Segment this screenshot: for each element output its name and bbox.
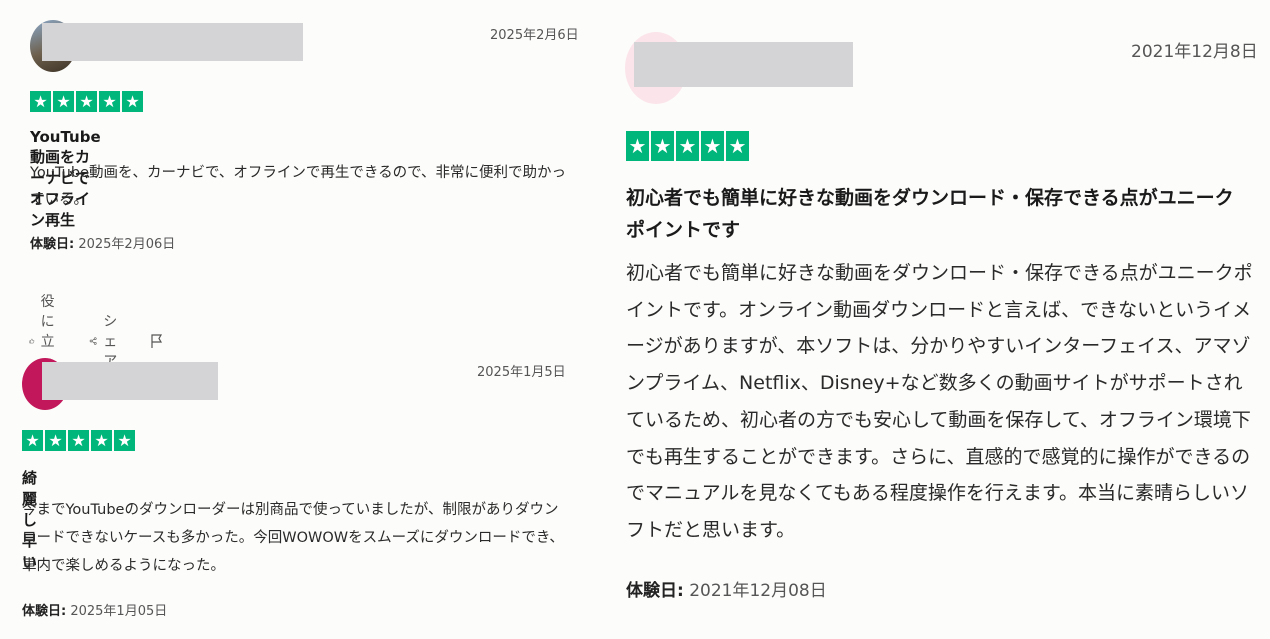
flag-icon [151,334,163,348]
review-body: 初心者でも簡単に好きな動画をダウンロード・保存できる点がユニークポイントです。オ… [626,262,1253,541]
review-date: 2021年12月8日 [1131,42,1258,62]
star-icon: ★ [676,131,699,161]
star-icon: ★ [701,131,724,161]
review-date: 2025年1月5日 [477,365,566,380]
experience-label: 体験日: [22,604,67,619]
experience-date: 体験日: 2025年2月06日 [30,233,175,252]
experience-value: 2025年1月05日 [70,604,168,619]
star-icon: ★ [91,430,112,451]
report-button[interactable] [149,333,171,349]
star-rating: ★ ★ ★ ★ ★ [30,91,143,112]
star-icon: ★ [45,430,66,451]
review-body: YouTube動画を、カーナビで、オフラインで再生できるので、非常に便利で助かっ… [30,165,567,208]
review-title[interactable]: 初心者でも簡単に好きな動画をダウンロード・保存できる点がユニークポイントです [626,182,1252,246]
star-icon: ★ [30,91,51,112]
experience-value: 2021年12月08日 [689,581,827,601]
star-icon: ★ [114,430,135,451]
star-icon: ★ [122,91,143,112]
thumbs-up-icon [29,338,35,344]
star-icon: ★ [22,430,43,451]
star-icon: ★ [76,91,97,112]
star-icon: ★ [68,430,89,451]
experience-label: 体験日: [30,237,75,252]
review-body: 今までYouTubeのダウンローダーは別商品で使っていましたが、制限がありダウン… [22,502,564,574]
star-icon: ★ [726,131,749,161]
experience-value: 2025年2月06日 [78,237,176,252]
star-rating: ★ ★ ★ ★ ★ [22,430,135,451]
reviewer-name-redaction [42,362,218,400]
reviewer-name-redaction [42,23,303,61]
star-icon: ★ [651,131,674,161]
experience-date: 体験日: 2025年1月05日 [22,600,167,619]
experience-date: 体験日: 2021年12月08日 [626,576,827,601]
reviewer-name-redaction [634,42,853,87]
experience-label: 体験日: [626,581,684,601]
share-icon [89,337,97,345]
star-rating: ★ ★ ★ ★ ★ [626,131,749,161]
star-icon: ★ [626,131,649,161]
star-icon: ★ [53,91,74,112]
star-icon: ★ [99,91,120,112]
review-date: 2025年2月6日 [490,28,579,43]
